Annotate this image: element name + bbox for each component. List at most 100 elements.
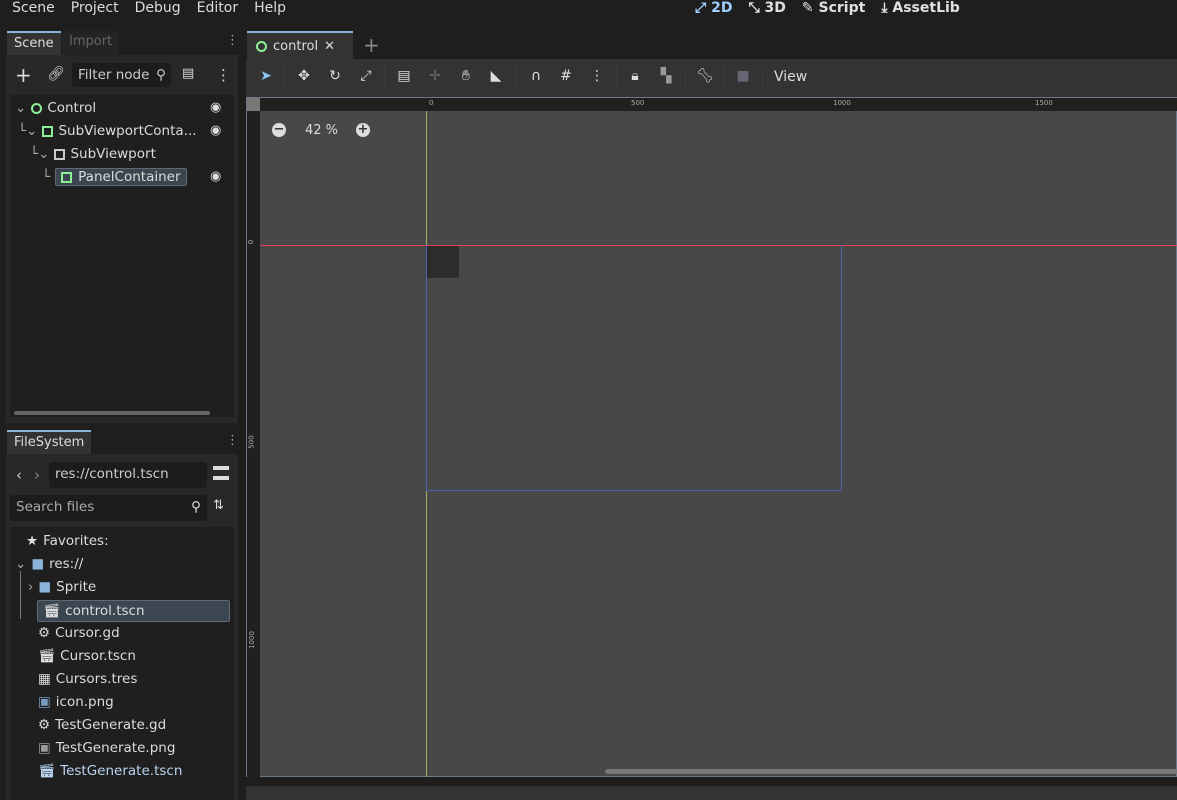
smart-snap-icon[interactable]: ∩ [526,68,546,88]
file-testgenerate-gd[interactable]: ⚙ TestGenerate.gd [38,714,166,736]
menu-help[interactable]: Help [254,0,286,18]
favorites[interactable]: ★ Favorites: [26,530,109,552]
menu-project[interactable]: Project [71,0,119,18]
move-tool-icon[interactable]: ✥ [294,68,314,88]
search-icon: ⚲ [191,499,201,515]
ruler-label: 1500 [1035,99,1053,107]
bottom-panel [246,786,1177,800]
search-icon: ⚲ [156,67,166,83]
tab-scene[interactable]: Scene [7,31,61,55]
bone-icon[interactable]: 🦴︎ [695,68,715,88]
ruler-tool-icon[interactable]: ◣ [486,68,506,88]
search-files-input[interactable]: Search files ⚲ [10,495,207,521]
sort-icon[interactable]: ⇅ [213,498,224,513]
tree-node-subviewportcontainer[interactable]: └⌄ SubViewportConta... [18,120,197,142]
zoom-out-icon[interactable]: − [272,123,286,137]
gear-icon: ⚙ [38,625,51,641]
grid-snap-icon[interactable]: # [556,68,576,88]
visibility-eye-icon[interactable]: ◉ [210,123,221,138]
workspace-3d[interactable]: ⤡ 3D [748,0,785,16]
scene-tree: ⌄ Control └⌄ SubViewportConta... └⌄ SubView… [10,95,234,417]
file-control-tscn[interactable]: 🎬︎ control.tscn [37,600,230,622]
workspace-assetlib[interactable]: ⤓ AssetLib [881,0,960,16]
add-node-icon[interactable]: + [15,63,32,87]
subviewportcontainer-icon [42,125,54,137]
zoom-in-icon[interactable]: + [356,123,370,137]
workspace-script[interactable]: ✎ Script [802,0,865,16]
view-menu[interactable]: View [774,69,807,85]
menu-scene[interactable]: Scene [12,0,55,18]
file-tree: ★ Favorites: ⌄ ■ res:// › ■ Sprite 🎬︎ control.… [10,527,234,800]
ruler-label: 0 [429,99,434,107]
scene-file-icon: 🎬︎ [38,648,56,664]
list-select-icon[interactable]: ▤ [394,68,414,88]
ruler-label: 1000 [833,99,851,107]
forward-icon[interactable]: › [34,466,40,484]
dock-menu-icon[interactable]: ⋮ [226,33,239,48]
attach-script-icon[interactable]: ▤ [182,66,194,81]
menu-bar: Scene Project Debug Editor Help [0,0,286,18]
ruler-corner [247,98,260,111]
file-testgenerate-tscn[interactable]: 🎬︎ TestGenerate.tscn [38,760,182,782]
workspace-switcher: ⤢ 2D ⤡ 3D ✎ Script ⤓ AssetLib [695,0,960,16]
resource-icon: ▦ [38,671,51,687]
more-icon[interactable]: ⋮ [216,66,231,84]
file-icon-png[interactable]: ▣ icon.png [38,691,114,713]
ruler-label: 500 [247,435,256,449]
file-testgenerate-png[interactable]: ▣ TestGenerate.png [38,737,175,759]
ruler-top[interactable]: 0 500 1000 1500 [247,98,1177,111]
folder-icon: ■ [31,556,45,572]
horizontal-scrollbar[interactable] [14,411,210,415]
split-mode-icon[interactable] [213,466,229,480]
group-icon[interactable]: ▚ [656,68,676,88]
panel-container-node[interactable] [427,246,459,278]
tree-node-control[interactable]: ⌄ Control [15,97,96,119]
tree-node-subviewport[interactable]: └⌄ SubViewport [30,143,156,165]
control-icon [31,102,43,114]
scale-tool-icon[interactable]: ⤢ [356,68,376,88]
scene-file-icon: 🎬︎ [43,603,61,619]
camera-override-icon[interactable]: ■ [733,68,753,88]
link-icon[interactable]: 🔗︎ [47,66,65,82]
file-cursors-tres[interactable]: ▦ Cursors.tres [38,668,137,690]
ruler-left[interactable]: 0 500 1000 [247,98,260,778]
menu-editor[interactable]: Editor [197,0,238,18]
canvas-viewport[interactable]: 0 500 1000 1500 0 500 1000 − 42 % + [246,97,1177,778]
select-tool-icon[interactable]: ➤ [256,68,276,88]
filter-nodes-input[interactable]: Filter node ⚲ [72,63,171,87]
image-icon: ▣ [38,694,51,710]
visibility-eye-icon[interactable]: ◉ [210,169,221,184]
pivot-tool-icon[interactable]: ✛ [425,68,445,88]
star-icon: ★ [26,533,39,549]
scene-file-icon: 🎬︎ [38,763,56,779]
image-icon: ▣ [38,740,51,756]
back-icon[interactable]: ‹ [16,466,22,484]
ruler-label: 0 [247,239,256,245]
folder-sprite[interactable]: › ■ Sprite [28,576,96,598]
file-cursor-gd[interactable]: ⚙ Cursor.gd [38,622,120,644]
subviewport-icon [54,148,66,160]
rotate-tool-icon[interactable]: ↻ [325,68,345,88]
ruler-label: 1000 [247,631,256,649]
menu-debug[interactable]: Debug [135,0,181,18]
tree-node-panelcontainer[interactable]: └ PanelContainer [42,166,187,188]
file-cursor-tscn[interactable]: 🎬︎ Cursor.tscn [38,645,136,667]
folder-res[interactable]: ⌄ ■ res:// [15,553,83,575]
add-scene-tab-icon[interactable]: + [363,33,380,57]
viewport-rect [426,245,842,491]
visibility-eye-icon[interactable]: ◉ [210,100,221,115]
folder-icon: ■ [38,579,52,595]
pan-tool-icon[interactable]: ✋︎ [456,68,476,88]
control-icon [256,40,267,52]
zoom-level[interactable]: 42 % [305,123,338,138]
dock-menu-icon[interactable]: ⋮ [226,433,239,448]
path-field[interactable]: res://control.tscn [49,462,207,488]
horizontal-scrollbar[interactable] [605,769,1177,774]
lock-icon[interactable]: 🔒︎ [625,68,645,88]
tab-filesystem[interactable]: FileSystem [7,430,92,454]
close-tab-icon[interactable]: ✕ [324,39,335,54]
scene-tab-control[interactable]: control ✕ [247,31,353,59]
snap-options-icon[interactable]: ⋮ [587,68,607,88]
tab-import[interactable]: Import [62,31,120,55]
workspace-2d[interactable]: ⤢ 2D [695,0,732,16]
